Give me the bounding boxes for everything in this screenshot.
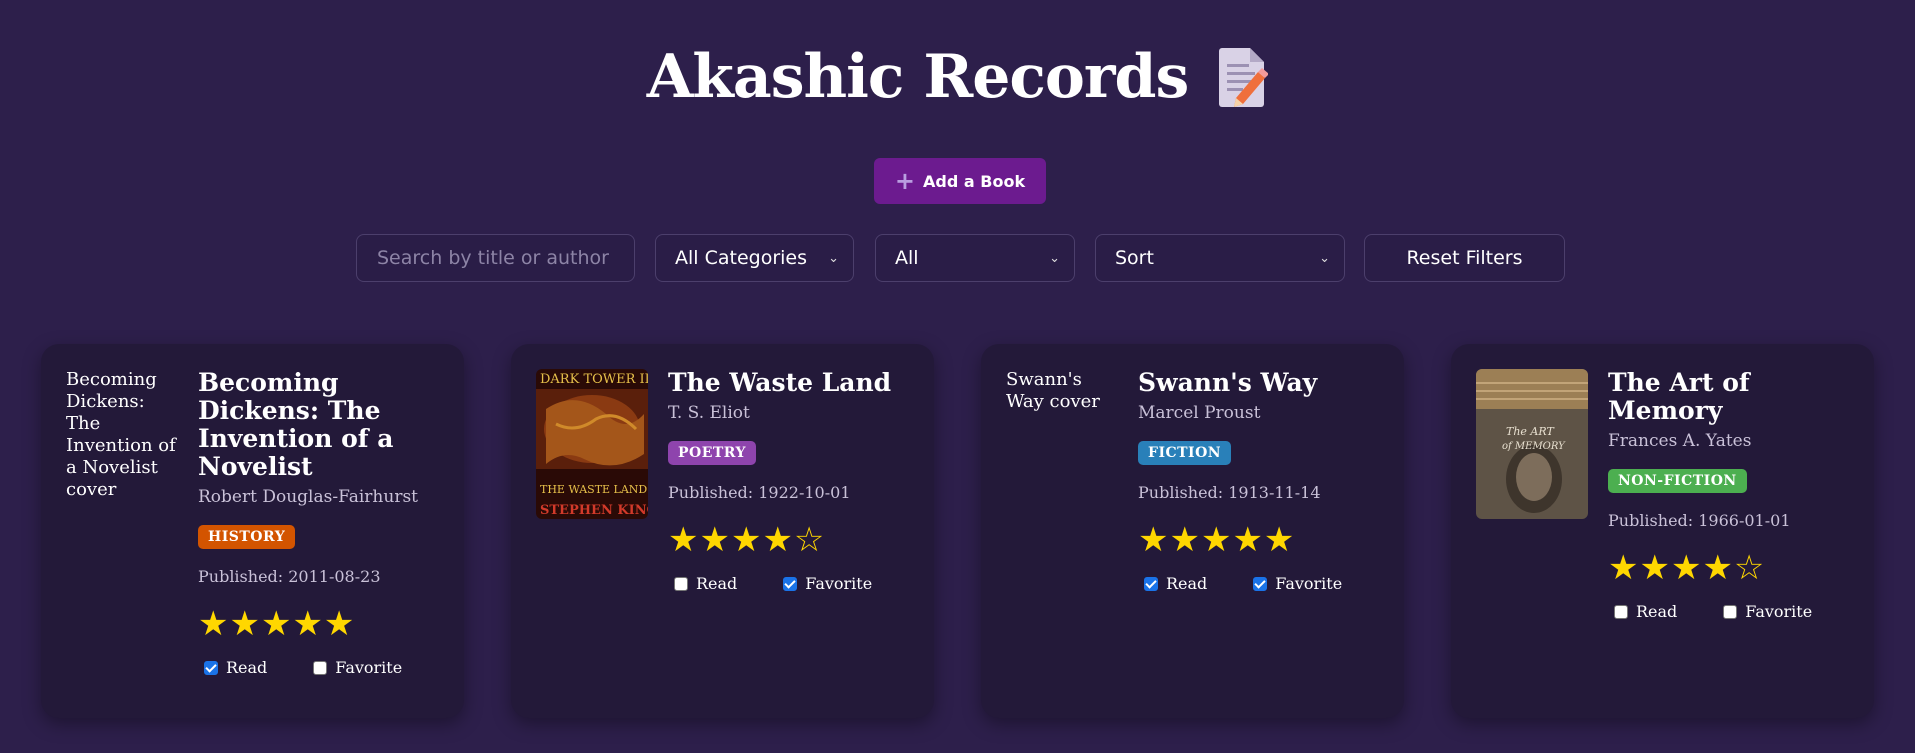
book-card: Becoming Dickens: The Invention of a Nov… [41,344,464,718]
book-author: Frances A. Yates [1608,431,1752,451]
book-cover-alt-text: Swann's Way cover [1006,369,1100,412]
favorite-checkbox[interactable]: Favorite [783,574,872,593]
search-placeholder: Search by title or author [377,247,609,269]
book-title: Becoming Dickens: The Invention of a Nov… [198,368,394,481]
cover-top-text: DARK TOWER III: [540,372,648,387]
category-badge: HISTORY [198,525,296,549]
read-checkbox[interactable]: Read [204,658,267,677]
published-date: Published: 1922-10-01 [668,483,851,502]
filter-bar: Search by title or author All Categories… [0,234,1915,284]
book-cover-image: DARK TOWER III: THE WASTE LANDS STEPHEN … [536,369,648,519]
favorite-label: Favorite [1275,574,1343,593]
published-date: Published: 2011-08-23 [198,567,381,586]
read-checkbox[interactable]: Read [1614,602,1677,621]
status-select[interactable]: All ⌄ [875,234,1075,282]
book-title: The Waste Land [668,368,892,397]
cover-title-text: The ART [1506,425,1555,438]
category-select[interactable]: All Categories ⌄ [655,234,854,282]
memo-icon [1218,46,1270,108]
book-card: The ART of MEMORY The Art of Memory Fran… [1451,344,1874,718]
read-checkbox[interactable]: Read [1144,574,1207,593]
category-badge: POETRY [668,441,757,465]
favorite-checkbox[interactable]: Favorite [1723,602,1812,621]
page-header: Akashic Records [0,42,1915,112]
checkbox-checked-icon[interactable] [783,576,798,591]
category-badge: NON-FICTION [1608,469,1747,493]
category-select-value: All Categories [675,247,808,269]
book-card: DARK TOWER III: THE WASTE LANDS STEPHEN … [511,344,934,718]
cover-author-text: STEPHEN KING [540,503,648,518]
plus-icon: + [894,167,916,195]
star-rating[interactable]: ★★★★☆ [668,520,913,560]
chevron-down-icon: ⌄ [828,250,839,266]
sort-select-value: Sort [1115,247,1154,269]
book-cover-image: The ART of MEMORY [1476,369,1588,519]
checkbox-checked-icon[interactable] [204,660,218,675]
cover-title-text: of MEMORY [1502,441,1566,452]
add-book-button[interactable]: + Add a Book [874,158,1046,204]
chevron-down-icon: ⌄ [1049,250,1060,266]
favorite-checkbox[interactable]: Favorite [1253,574,1342,593]
book-author: T. S. Eliot [668,403,750,423]
favorite-checkbox[interactable]: Favorite [313,658,402,677]
status-select-value: All [895,247,919,269]
read-label: Read [1636,602,1678,621]
search-input[interactable]: Search by title or author [356,234,635,282]
favorite-label: Favorite [1745,602,1813,621]
cover-title-text: THE WASTE LANDS [540,483,648,496]
page-title: Akashic Records [646,42,1190,112]
book-cover-alt-text: Becoming Dickens: The Invention of a Nov… [66,369,176,500]
read-label: Read [1166,574,1208,593]
star-rating[interactable]: ★★★★★ [1138,520,1383,560]
category-badge: FICTION [1138,441,1232,465]
published-date: Published: 1966-01-01 [1608,511,1791,530]
book-card: Swann's Way cover Swann's Way Marcel Pro… [981,344,1404,718]
sort-select[interactable]: Sort ⌄ [1095,234,1345,282]
book-author: Marcel Proust [1138,403,1261,423]
checkbox-checked-icon[interactable] [1144,576,1158,591]
star-rating[interactable]: ★★★★★ [198,604,443,644]
book-author: Robert Douglas-Fairhurst [198,487,418,507]
add-book-label: Add a Book [923,171,1026,191]
reset-filters-button[interactable]: Reset Filters [1364,234,1565,282]
book-title: Swann's Way [1138,368,1318,397]
chevron-down-icon: ⌄ [1319,250,1330,266]
reset-filters-label: Reset Filters [1406,247,1523,269]
checkbox-unchecked-icon[interactable] [1723,604,1738,619]
favorite-label: Favorite [805,574,873,593]
published-date: Published: 1913-11-14 [1138,483,1321,502]
star-rating[interactable]: ★★★★☆ [1608,548,1853,588]
book-title: The Art of Memory [1608,368,1750,425]
checkbox-unchecked-icon[interactable] [1614,604,1628,619]
favorite-label: Favorite [335,658,403,677]
checkbox-checked-icon[interactable] [1253,576,1268,591]
read-label: Read [226,658,268,677]
checkbox-unchecked-icon[interactable] [313,660,328,675]
checkbox-unchecked-icon[interactable] [674,576,688,591]
read-label: Read [696,574,738,593]
read-checkbox[interactable]: Read [674,574,737,593]
